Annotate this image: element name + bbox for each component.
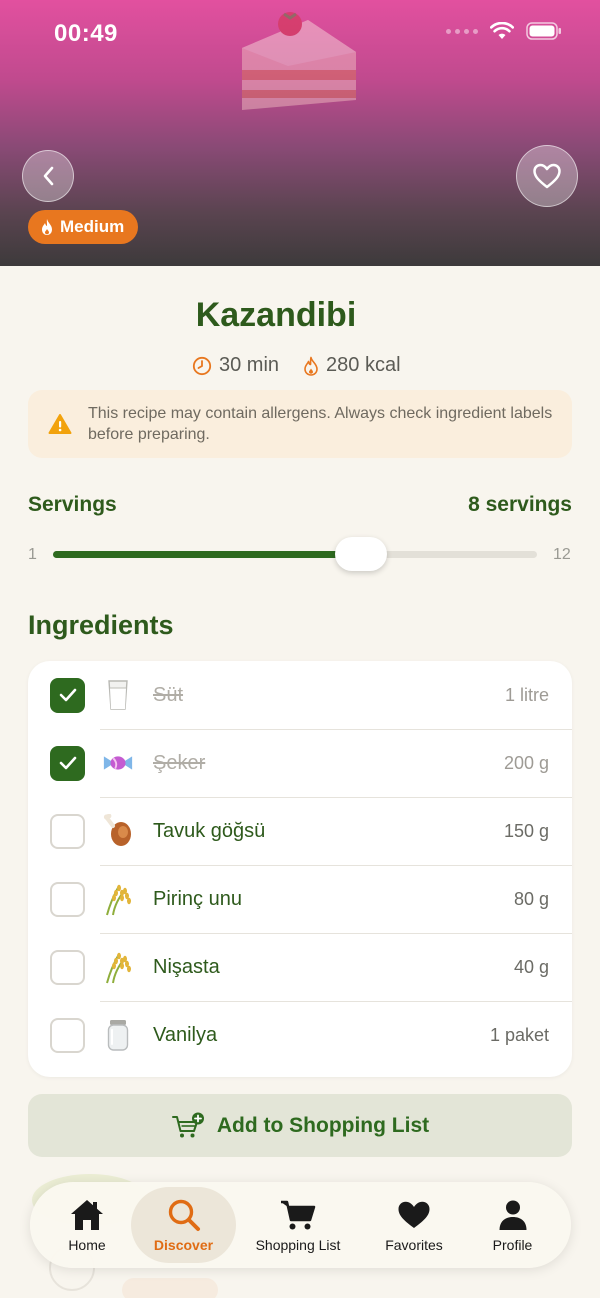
wifi-icon <box>490 22 514 39</box>
ingredient-quantity: 80 g <box>513 888 549 909</box>
cart-add-icon <box>171 1112 204 1137</box>
warning-icon <box>48 414 72 434</box>
flame-icon <box>304 356 318 376</box>
cook-time: 30 min <box>192 354 279 377</box>
slider-min-label: 1 <box>28 546 37 563</box>
ingredient-quantity: 200 g <box>503 752 549 773</box>
status-icons <box>446 22 562 40</box>
ingredient-checkbox[interactable] <box>50 745 85 781</box>
tab-label: Home <box>68 1237 106 1253</box>
ingredient-row[interactable]: Tavuk göğsü 150 g <box>28 797 572 865</box>
ingredient-row[interactable]: Süt 1 litre <box>28 661 572 729</box>
tab-shopping-list[interactable]: Shopping List <box>238 1187 358 1263</box>
tab-bar: Home Discover Shopping List Favorites Profil… <box>30 1182 571 1268</box>
add-to-shopping-list-button[interactable]: Add to Shopping List <box>28 1094 572 1157</box>
shopping-button-label: Add to Shopping List <box>216 1113 430 1137</box>
home-icon <box>69 1197 105 1233</box>
person-icon <box>498 1197 528 1233</box>
checkmark-icon <box>59 756 77 770</box>
allergen-warning: This recipe may contain allergens. Alway… <box>28 390 572 458</box>
battery-icon <box>526 22 561 40</box>
tab-label: Favorites <box>385 1237 443 1253</box>
recipe-title: Kazandibi <box>195 296 357 334</box>
ingredient-quantity: 1 litre <box>504 684 549 705</box>
back-button[interactable] <box>22 150 74 202</box>
heart-icon <box>397 1197 431 1233</box>
flame-icon <box>42 219 52 235</box>
ingredients-heading: Ingredients <box>28 610 174 640</box>
milk-glass-icon <box>102 677 134 713</box>
recipe-hero-image: 00:49 Medium <box>0 0 600 266</box>
ingredient-row[interactable]: Nişasta 40 g <box>28 933 572 1001</box>
favorite-button[interactable] <box>516 145 578 207</box>
servings-label: Servings <box>28 493 117 516</box>
ingredient-checkbox[interactable] <box>50 881 85 917</box>
tab-label: Shopping List <box>255 1237 341 1253</box>
ingredients-list: Süt 1 litre Şeker 200 g Tavuk göğsü 150 g Piri… <box>28 661 572 1077</box>
slider-fill <box>53 551 361 558</box>
status-bar: 00:49 <box>0 0 600 70</box>
checkmark-icon <box>59 688 77 702</box>
jar-icon <box>102 1017 134 1053</box>
calories-label: 280 kcal <box>326 354 401 376</box>
ingredient-checkbox[interactable] <box>50 813 85 849</box>
tab-profile[interactable]: Profile <box>470 1187 555 1263</box>
ingredient-name: Vanilya <box>153 1023 218 1046</box>
search-icon <box>167 1197 201 1233</box>
calories: 280 kcal <box>303 354 401 377</box>
ingredient-checkbox[interactable] <box>50 949 85 985</box>
cart-icon <box>279 1197 317 1233</box>
ingredient-name: Pirinç unu <box>153 887 242 910</box>
candy-icon <box>102 745 134 781</box>
difficulty-badge: Medium <box>28 210 139 244</box>
slider-max-label: 12 <box>553 546 571 563</box>
tab-label: Discover <box>153 1237 214 1253</box>
ingredient-name: Şeker <box>153 751 206 774</box>
servings-slider[interactable] <box>53 537 537 571</box>
cook-time-label: 30 min <box>219 354 280 376</box>
tab-home[interactable]: Home <box>42 1187 132 1263</box>
ingredient-checkbox[interactable] <box>50 677 85 713</box>
signal-icon <box>446 28 478 34</box>
ingredient-name: Süt <box>153 683 184 706</box>
servings-value: 8 servings <box>468 493 572 516</box>
rice-plant-icon <box>102 881 134 917</box>
tab-label: Profile <box>492 1237 533 1253</box>
clock-icon <box>192 356 212 375</box>
slider-thumb[interactable] <box>335 537 387 571</box>
chevron-left-icon <box>43 166 54 186</box>
status-time: 00:49 <box>54 20 118 47</box>
ingredient-name: Nişasta <box>153 955 220 978</box>
ingredient-quantity: 1 paket <box>489 1024 549 1045</box>
ingredient-quantity: 150 g <box>503 820 549 841</box>
ingredient-checkbox[interactable] <box>50 1017 85 1053</box>
difficulty-label: Medium <box>60 217 125 236</box>
tab-discover[interactable]: Discover <box>131 1187 236 1263</box>
allergen-warning-text: This recipe may contain allergens. Alway… <box>88 405 553 443</box>
ingredient-row[interactable]: Vanilya 1 paket <box>28 1001 572 1069</box>
ingredient-name: Tavuk göğsü <box>153 819 266 842</box>
rice-plant-icon <box>102 949 134 985</box>
poultry-leg-icon <box>102 813 134 849</box>
ingredient-row[interactable]: Şeker 200 g <box>28 729 572 797</box>
recipe-meta: 30 min 280 kcal <box>192 354 401 377</box>
ingredient-quantity: 40 g <box>513 956 549 977</box>
tab-favorites[interactable]: Favorites <box>363 1187 465 1263</box>
heart-outline-icon <box>533 163 561 189</box>
ingredient-row[interactable]: Pirinç unu 80 g <box>28 865 572 933</box>
